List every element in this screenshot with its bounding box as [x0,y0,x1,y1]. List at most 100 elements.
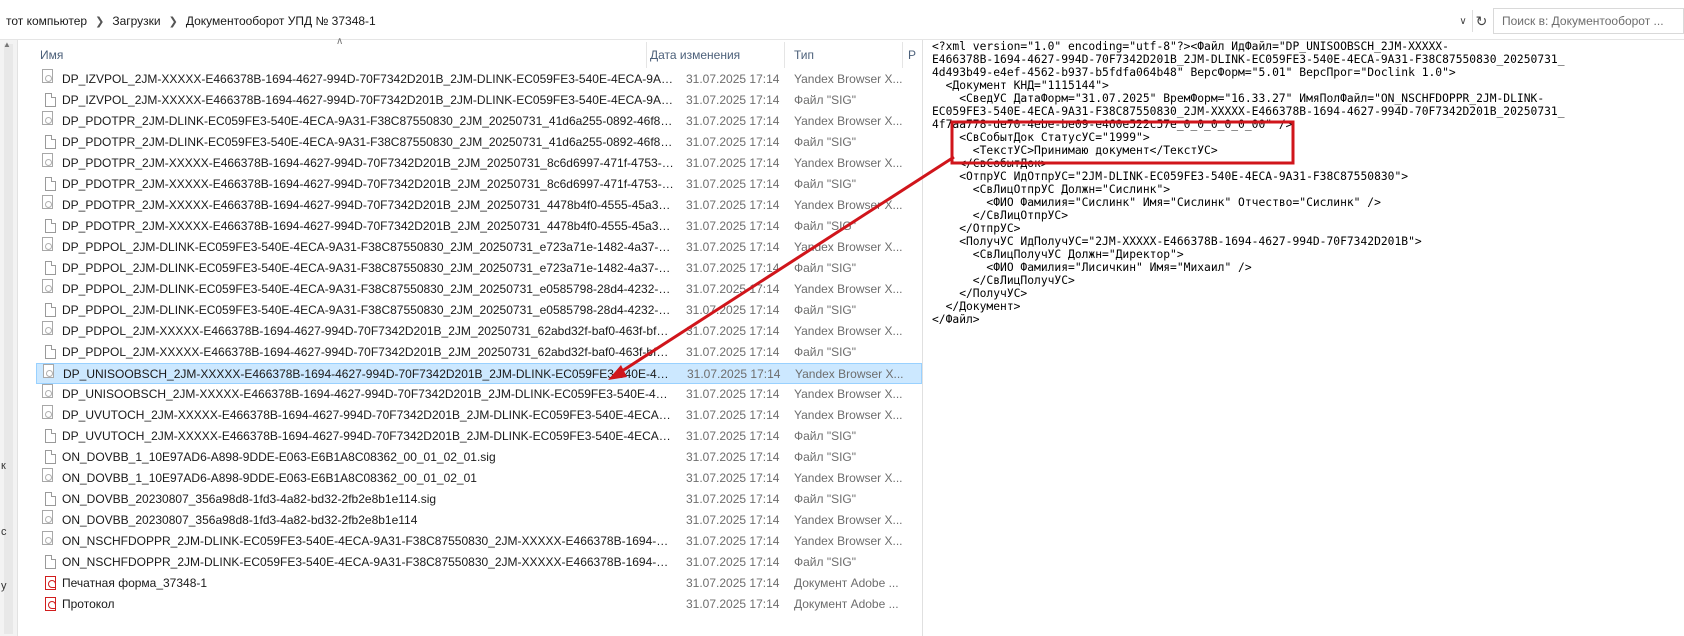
address-bar[interactable]: тот компьютер ❯ Загрузки ❯ Документообор… [0,0,1684,40]
navigation-pane-scrollbar[interactable]: ▲ к с у [0,40,18,636]
xml-line: <ТекстУС>Принимаю документ</ТекстУС> [932,144,1218,157]
column-divider[interactable] [902,42,903,68]
file-name: DP_UVUTOCH_2JM-XXXXX-E466378B-1694-4627-… [62,408,674,422]
file-row[interactable]: DP_PDOTPR_2JM-XXXXX-E466378B-1694-4627-9… [36,216,922,237]
file-date: 31.07.2025 17:14 [686,408,780,422]
xml-line: <ФИО Фамилия="Сислинк" Имя="Сислинк" Отч… [932,196,1381,209]
file-row[interactable]: ON_DOVBB_20230807_356a98d8-1fd3-4a82-bd3… [36,510,922,531]
xml-line: </СвЛицПолучУС> [932,274,1075,287]
scroll-up-arrow-icon[interactable]: ▲ [3,40,11,49]
xml-line: EC059FE3-540E-4ECA-9A31-F38C87550830_2JM… [932,105,1565,118]
breadcrumb-item-downloads[interactable]: Загрузки [106,14,166,28]
file-row[interactable]: DP_UVUTOCH_2JM-XXXXX-E466378B-1694-4627-… [36,426,922,447]
file-date: 31.07.2025 17:14 [686,156,780,170]
file-name: DP_IZVPOL_2JM-XXXXX-E466378B-1694-4627-9… [62,93,674,107]
xml-file-icon [42,195,53,209]
file-type: Файл "SIG" [794,93,857,107]
file-row[interactable]: DP_PDOTPR_2JM-XXXXX-E466378B-1694-4627-9… [36,174,922,195]
file-name: DP_PDPOL_2JM-DLINK-EC059FE3-540E-4ECA-9A… [62,282,674,296]
sig-file-icon [45,429,56,443]
xml-line: </СвЛицОтпрУС> [932,209,1069,222]
file-row[interactable]: DP_PDPOL_2JM-DLINK-EC059FE3-540E-4ECA-9A… [36,258,922,279]
sort-ascending-icon: ∧ [336,36,344,47]
file-list: DP_IZVPOL_2JM-XXXXX-E466378B-1694-4627-9… [36,69,922,615]
file-row[interactable]: DP_UNISOOBSCH_2JM-XXXXX-E466378B-1694-46… [36,384,922,405]
preview-pane-splitter[interactable] [922,40,923,636]
column-header-type[interactable]: Тип [794,48,814,62]
file-type: Файл "SIG" [794,450,857,464]
file-row[interactable]: ON_DOVBB_1_10E97AD6-A898-9DDE-E063-E6B1A… [36,447,922,468]
file-type: Файл "SIG" [794,429,857,443]
xml-line: </ПолучУС> [932,287,1028,300]
file-type: Файл "SIG" [794,303,857,317]
breadcrumb-item-computer[interactable]: тот компьютер [0,14,93,28]
sig-file-icon [45,177,56,191]
file-type: Yandex Browser X... [794,156,903,170]
file-row[interactable]: ON_DOVBB_1_10E97AD6-A898-9DDE-E063-E6B1A… [36,468,922,489]
column-header-name[interactable]: Имя [40,48,63,62]
file-row[interactable]: DP_PDOTPR_2JM-DLINK-EC059FE3-540E-4ECA-9… [36,132,922,153]
search-input[interactable]: Поиск в: Документооборот ... [1493,8,1684,34]
file-row[interactable]: DP_IZVPOL_2JM-XXXXX-E466378B-1694-4627-9… [36,90,922,111]
xml-file-icon [42,279,53,293]
xml-line: 4f7aa778-de70-4ebe-be09-e460e522c57e_0_0… [932,118,1293,131]
xml-line: <Документ КНД="1115144"> [932,79,1109,92]
address-history-dropdown-icon[interactable]: ∨ [1456,10,1470,32]
file-row[interactable]: DP_PDPOL_2JM-XXXXX-E466378B-1694-4627-99… [36,342,922,363]
file-type: Yandex Browser X... [794,324,903,338]
xml-file-icon [42,510,53,524]
xml-file-icon [42,405,53,419]
file-name: DP_PDOTPR_2JM-DLINK-EC059FE3-540E-4ECA-9… [62,114,674,128]
file-date: 31.07.2025 17:14 [686,219,780,233]
column-divider[interactable] [646,42,647,68]
file-name: DP_PDOTPR_2JM-XXXXX-E466378B-1694-4627-9… [62,177,674,191]
chevron-right-icon[interactable]: ❯ [167,15,180,28]
chevron-right-icon[interactable]: ❯ [93,15,106,28]
file-row[interactable]: DP_PDPOL_2JM-DLINK-EC059FE3-540E-4ECA-9A… [36,279,922,300]
column-headers: Имя Дата изменения Тип Р [20,40,920,68]
file-row[interactable]: ON_DOVBB_20230807_356a98d8-1fd3-4a82-bd3… [36,489,922,510]
file-row[interactable]: DP_UNISOOBSCH_2JM-XXXXX-E466378B-1694-46… [36,363,922,384]
file-date: 31.07.2025 17:14 [686,345,780,359]
column-divider[interactable] [784,42,785,68]
xml-file-icon [42,468,53,482]
file-date: 31.07.2025 17:14 [686,240,780,254]
file-row[interactable]: Печатная форма_37348-1 31.07.2025 17:14 До… [36,573,922,594]
sig-file-icon [45,135,56,149]
file-row[interactable]: DP_UVUTOCH_2JM-XXXXX-E466378B-1694-4627-… [36,405,922,426]
file-date: 31.07.2025 17:14 [686,303,780,317]
file-row[interactable]: ON_NSCHFDOPPR_2JM-DLINK-EC059FE3-540E-4E… [36,552,922,573]
preview-pane: <?xml version="1.0" encoding="utf-8"?><Ф… [926,40,1684,636]
file-type: Yandex Browser X... [794,198,903,212]
file-row[interactable]: DP_PDOTPR_2JM-XXXXX-E466378B-1694-4627-9… [36,153,922,174]
file-row[interactable]: ON_NSCHFDOPPR_2JM-DLINK-EC059FE3-540E-4E… [36,531,922,552]
file-date: 31.07.2025 17:14 [686,387,780,401]
file-row[interactable]: DP_PDPOL_2JM-DLINK-EC059FE3-540E-4ECA-9A… [36,237,922,258]
xml-file-icon [42,384,53,398]
breadcrumb-item-current-folder[interactable]: Документооборот УПД № 37348-1 [180,14,382,28]
sig-file-icon [45,219,56,233]
file-name: Печатная форма_37348-1 [62,576,208,590]
file-name: DP_PDPOL_2JM-DLINK-EC059FE3-540E-4ECA-9A… [62,303,674,317]
file-name: ON_NSCHFDOPPR_2JM-DLINK-EC059FE3-540E-4E… [62,555,674,569]
file-row[interactable]: DP_PDOTPR_2JM-DLINK-EC059FE3-540E-4ECA-9… [36,111,922,132]
file-name: DP_PDPOL_2JM-DLINK-EC059FE3-540E-4ECA-9A… [62,240,674,254]
file-date: 31.07.2025 17:14 [686,177,780,191]
file-name: DP_UVUTOCH_2JM-XXXXX-E466378B-1694-4627-… [62,429,674,443]
xml-file-icon [42,237,53,251]
refresh-icon[interactable]: ↻ [1472,10,1490,32]
column-header-date[interactable]: Дата изменения [650,48,740,62]
xml-line: <ПолучУС ИдПолучУС="2JM-XXXXX-E466378B-1… [932,235,1422,248]
file-row[interactable]: DP_IZVPOL_2JM-XXXXX-E466378B-1694-4627-9… [36,69,922,90]
file-date: 31.07.2025 17:14 [686,135,780,149]
file-row[interactable]: DP_PDPOL_2JM-XXXXX-E466378B-1694-4627-99… [36,321,922,342]
sig-file-icon [45,261,56,275]
file-row[interactable]: DP_PDPOL_2JM-DLINK-EC059FE3-540E-4ECA-9A… [36,300,922,321]
file-date: 31.07.2025 17:14 [686,282,780,296]
scrollbar-track[interactable] [4,44,13,634]
file-row[interactable]: DP_PDOTPR_2JM-XXXXX-E466378B-1694-4627-9… [36,195,922,216]
sig-file-icon [45,303,56,317]
column-header-size[interactable]: Р [908,48,916,62]
file-row[interactable]: Протокол 31.07.2025 17:14 Документ Adobe .… [36,594,922,615]
file-type: Yandex Browser X... [794,513,903,527]
